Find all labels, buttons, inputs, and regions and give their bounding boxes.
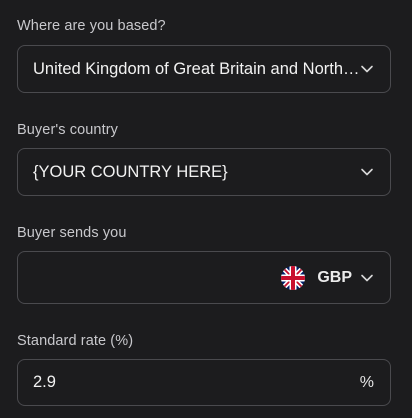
currency-code: GBP: [317, 268, 352, 286]
uk-flag-icon: [281, 265, 306, 290]
location-value: United Kingdom of Great Britain and Nort…: [33, 59, 360, 78]
standard-rate-label: Standard rate (%): [17, 333, 134, 349]
buyer-sends-field[interactable]: GBP: [17, 251, 391, 304]
chevron-down-icon: [360, 271, 374, 285]
chevron-down-icon: [360, 165, 374, 179]
standard-rate-field[interactable]: 2.9 %: [17, 359, 391, 406]
buyer-country-label: Buyer's country: [17, 122, 118, 138]
standard-rate-input[interactable]: 2.9: [33, 373, 360, 392]
currency-selector[interactable]: GBP: [281, 265, 390, 290]
percent-suffix: %: [359, 373, 374, 391]
chevron-down-icon: [360, 62, 374, 76]
buyer-country-select[interactable]: {YOUR COUNTRY HERE}: [17, 148, 391, 196]
location-select[interactable]: United Kingdom of Great Britain and Nort…: [17, 45, 391, 93]
buyer-sends-label: Buyer sends you: [17, 225, 127, 241]
location-label: Where are you based?: [17, 18, 166, 34]
buyer-country-value: {YOUR COUNTRY HERE}: [33, 162, 228, 181]
